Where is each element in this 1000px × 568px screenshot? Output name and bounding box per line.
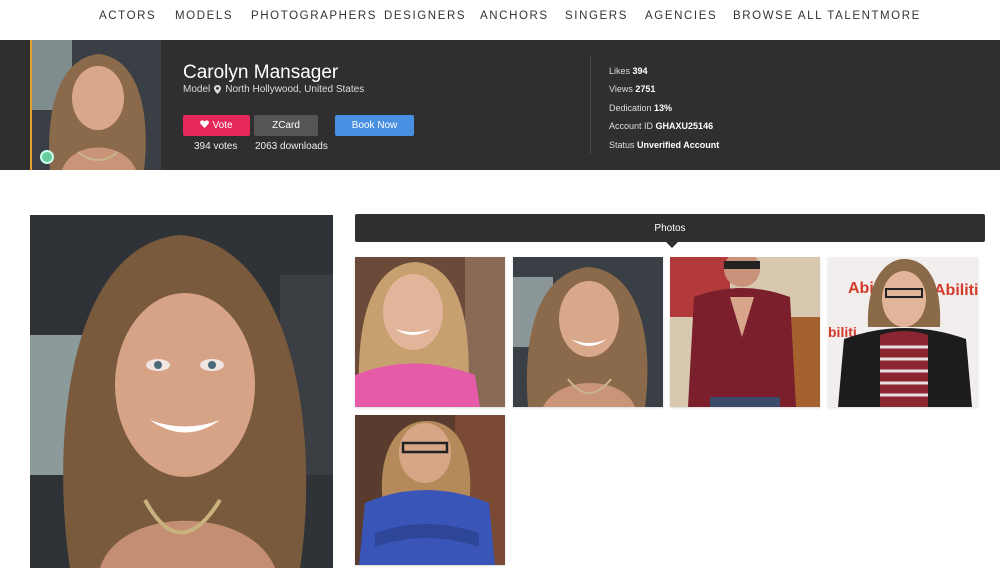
main-profile-photo[interactable]	[30, 215, 333, 568]
tab-photos[interactable]: Photos	[355, 214, 985, 242]
profile-role: Model	[183, 84, 211, 95]
avatar-photo	[32, 40, 161, 170]
vote-button[interactable]: Vote	[183, 115, 250, 136]
svg-text:Abi: Abi	[848, 280, 874, 297]
tab-active-indicator	[666, 242, 678, 248]
book-now-label: Book Now	[351, 120, 398, 131]
photo-thumb[interactable]	[355, 415, 505, 565]
map-pin-icon	[214, 85, 222, 94]
nav-item-photographers[interactable]: PHOTOGRAPHERS	[251, 10, 377, 22]
votes-count: 394 votes	[194, 141, 238, 152]
header-divider	[590, 56, 591, 154]
stat-account-id: Account ID GHAXU25146	[609, 121, 714, 132]
stat-views: Views 2751	[609, 84, 656, 95]
nav-item-actors[interactable]: ACTORS	[99, 10, 156, 22]
stat-status: Status Unverified Account	[609, 139, 720, 150]
stat-dedication: Dedication 13%	[609, 102, 673, 113]
photo-thumb[interactable]: Abi Abiliti biliti	[828, 257, 978, 407]
profile-stats: Likes 394 Views 2751 Dedication 13% Acco…	[609, 62, 719, 154]
stat-likes: Likes 394	[609, 66, 648, 76]
heart-icon	[200, 120, 210, 131]
nav-item-agencies[interactable]: AGENCIES	[645, 10, 717, 22]
top-nav: ACTORS MODELS PHOTOGRAPHERS DESIGNERS AN…	[0, 0, 1000, 40]
zcard-button[interactable]: ZCard	[254, 115, 318, 136]
nav-item-models[interactable]: MODELS	[175, 10, 233, 22]
nav-item-browse-all-talent[interactable]: BROWSE All TALENT	[733, 10, 880, 22]
profile-subtitle: Model North Hollywood, United States	[183, 84, 364, 95]
photo-thumb-red-blouse	[670, 257, 820, 407]
main-photo-image	[30, 215, 333, 568]
verified-badge-icon	[40, 150, 54, 164]
photo-thumb-striped-sweater: Abi Abiliti biliti	[828, 257, 978, 407]
tab-photos-label: Photos	[654, 222, 686, 234]
avatar[interactable]	[30, 40, 161, 170]
photo-thumb-pink-top	[355, 257, 505, 407]
profile-name: Carolyn Mansager	[183, 62, 339, 83]
photo-thumb[interactable]	[355, 257, 505, 407]
downloads-count: 2063 downloads	[255, 141, 328, 152]
photo-thumb[interactable]	[670, 257, 820, 407]
photo-thumb-blue-shirt	[355, 415, 505, 565]
nav-item-singers[interactable]: SINGERS	[565, 10, 628, 22]
profile-location: North Hollywood, United States	[225, 84, 365, 95]
svg-text:Abiliti: Abiliti	[934, 282, 978, 299]
zcard-label: ZCard	[272, 120, 300, 131]
book-now-button[interactable]: Book Now	[335, 115, 414, 136]
nav-item-more[interactable]: MORE	[880, 10, 921, 22]
profile-header: Carolyn Mansager Model North Hollywood, …	[0, 40, 1000, 170]
photo-thumb-car-selfie	[513, 257, 663, 407]
photo-thumb[interactable]	[513, 257, 663, 407]
nav-item-anchors[interactable]: ANCHORS	[480, 10, 549, 22]
vote-label: Vote	[212, 120, 233, 131]
nav-item-designers[interactable]: DESIGNERS	[384, 10, 466, 22]
